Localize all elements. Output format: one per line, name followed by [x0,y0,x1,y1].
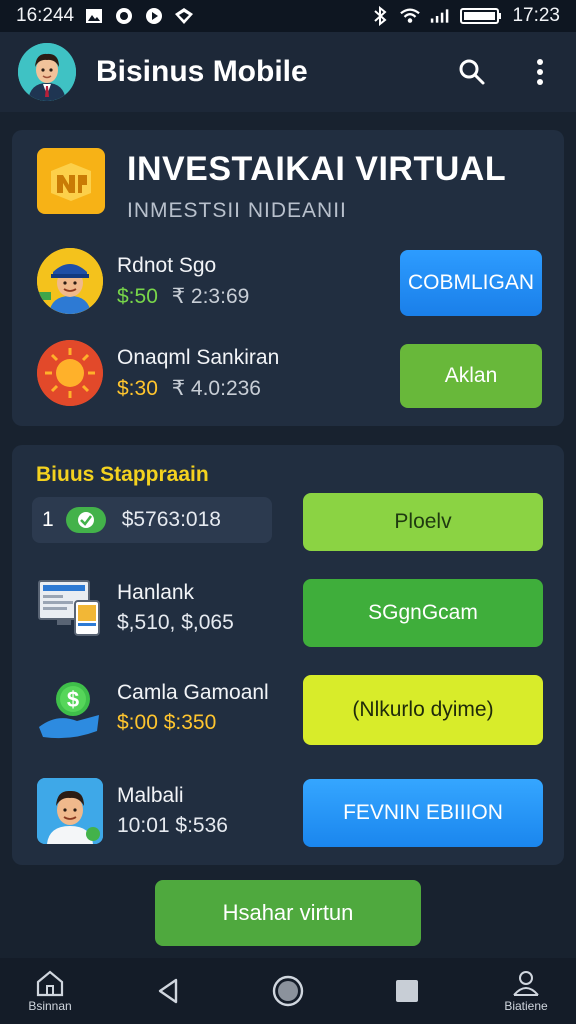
investment-row: Rdnot Sgo $:50 ₹ 2:3:69 [37,248,249,314]
section-title: Biuus Stappraain [36,463,209,486]
list-item-values: $,510, $,065 [117,611,234,634]
list-action-button-1[interactable]: SGgnGcam [303,579,543,647]
money-hand-icon: $ [37,675,103,741]
app-bar: Bisinus Mobile [0,32,576,112]
nav-back[interactable] [139,976,199,1006]
bottom-cta-button[interactable]: Hsahar virtun [155,880,421,946]
app-title: Bisinus Mobile [96,55,308,88]
balance-value: $5763:018 [121,508,221,531]
list-item: Hanlank $,510, $,065 [37,575,234,641]
investment-value: $:50 [117,284,158,308]
navigation-bar: Bsinnan Biatiene [0,958,576,1024]
avatar[interactable] [18,43,76,101]
sync-icon [114,6,134,26]
investment-extra: ₹ 2:3:69 [171,284,250,308]
profile-icon [513,971,539,996]
list-item-values: $:00 $:350 [117,711,217,734]
investment-value: $:30 [117,376,158,400]
invest-action-button-2[interactable]: Aklan [400,344,542,408]
wifi-icon [400,6,421,26]
investment-row: Onaqml Sankiran $:30 ₹ 4.0:236 [37,340,279,406]
bluetooth-icon [370,6,390,26]
investment-card: INVESTAIKAI VIRTUAL INMESTSII NIDEANII R… [12,130,564,426]
home-icon [36,970,64,997]
recents-icon [396,980,418,1002]
app-screen: 16:244 17:23 Bisinus Mobile INVESTAIKAI … [0,0,576,1024]
search-icon[interactable] [454,54,490,90]
list-item: $ Camla Gamoanl $:00 $:350 [37,675,269,741]
shield-icon [174,6,194,26]
investment-title: INVESTAIKAI VIRTUAL [127,150,507,188]
nav-profile-label: Biatiene [504,999,548,1013]
list-item-name: Hanlank [117,581,195,604]
investment-header: INVESTAIKAI VIRTUAL INMESTSII NIDEANII [37,148,506,223]
signal-icon [430,6,450,26]
list-item-values: 10:01 $:536 [117,814,228,837]
svg-text:$: $ [67,687,79,712]
nav-home-label: Bsinnan [28,999,72,1013]
investment-name: Onaqml Sankiran [117,345,280,369]
status-time-left: 16:244 [16,5,75,26]
nav-recents[interactable] [377,976,437,1006]
nav-profile[interactable]: Biatiene [496,969,556,1013]
nav-home-circle[interactable] [258,974,318,1008]
status-bar: 16:244 17:23 [0,0,576,32]
list-item-name: Malbali [117,784,184,807]
investment-logo-icon [37,148,105,214]
battery-icon [460,6,502,26]
status-time-right: 17:23 [512,5,560,26]
officer-avatar-icon [37,248,103,314]
play-icon [144,6,164,26]
balance-action-button[interactable]: Ploelv [303,493,543,551]
list-action-button-2[interactable]: (Nlkurlo dyime) [303,675,543,745]
nav-home[interactable]: Bsinnan [20,969,80,1013]
investment-extra: ₹ 4.0:236 [171,376,261,400]
portfolio-card: Biuus Stappraain 1 $5763:018 Ploelv Hanl… [12,445,564,865]
investment-subtitle: INMESTSII NIDEANII [127,199,347,222]
home-circle-icon [272,975,304,1007]
sun-icon [37,340,103,406]
list-item-name: Camla Gamoanl [117,681,269,704]
list-action-button-3[interactable]: FEVNIN EBIIION [303,779,543,847]
list-item: Malbali 10:01 $:536 [37,778,228,844]
check-chip-icon [65,507,106,533]
person-avatar-icon [37,778,103,844]
investment-name: Rdnot Sgo [117,253,217,277]
invest-action-button-1[interactable]: COBMLIGAN [400,250,542,316]
devices-icon [37,575,103,641]
balance-pill: 1 $5763:018 [32,497,272,543]
more-vert-icon[interactable] [522,54,558,90]
balance-index: 1 [42,508,54,531]
back-icon [158,978,178,1004]
image-icon [84,6,104,26]
